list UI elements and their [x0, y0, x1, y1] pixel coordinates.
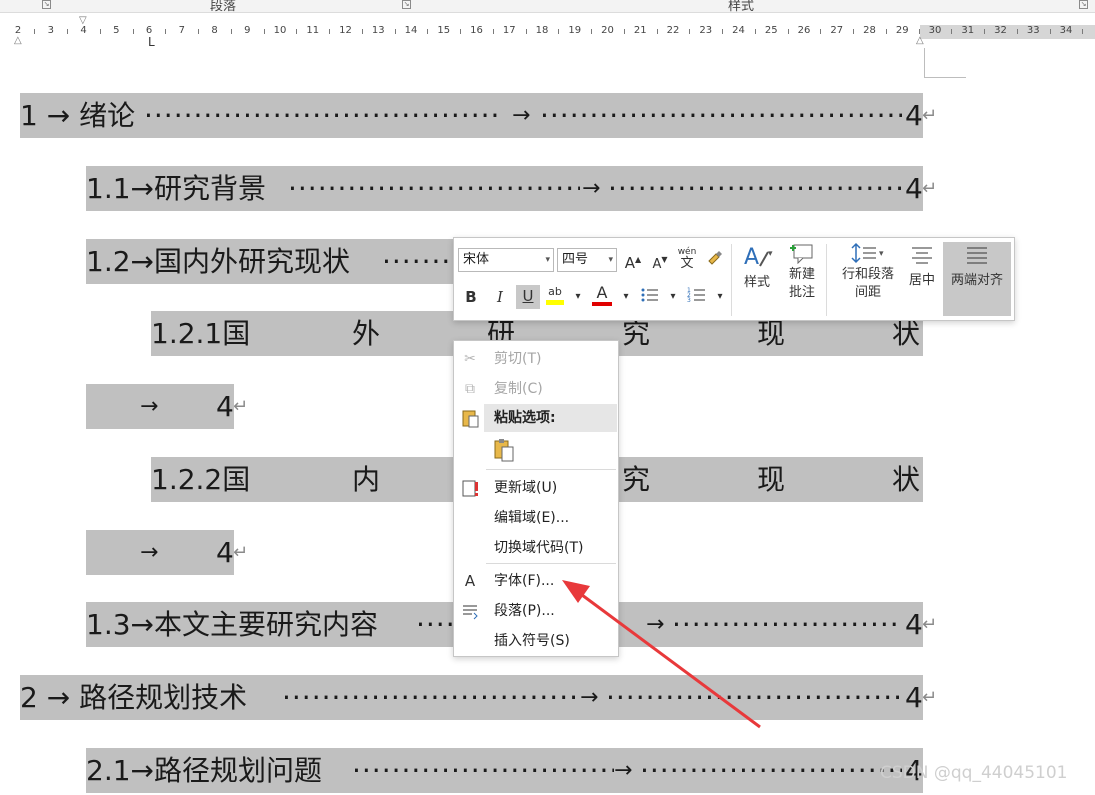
watermark: CSDN @qq_44045101	[880, 763, 1068, 783]
annotation-arrow-icon	[562, 580, 761, 729]
